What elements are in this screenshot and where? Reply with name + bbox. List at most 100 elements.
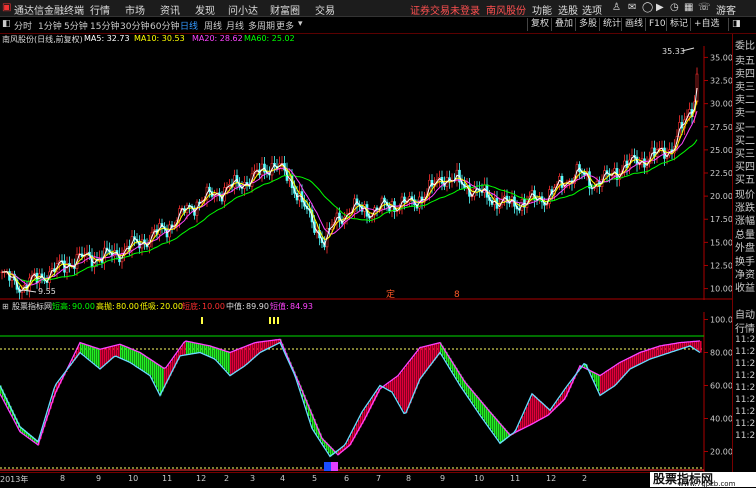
event-marker-1[interactable]: 定: [386, 288, 395, 300]
menu-item-news[interactable]: 资讯: [160, 2, 180, 17]
menu-function[interactable]: 功能: [532, 2, 552, 17]
indicator-bar: [132, 349, 134, 364]
envelope-icon[interactable]: ✉: [628, 2, 636, 13]
indicator-bar: [82, 343, 84, 355]
period-tab-weekly[interactable]: 周线: [204, 19, 222, 32]
time-tick-7: 3: [250, 474, 256, 483]
indicator-bar: [540, 401, 542, 420]
indicator-bar: [620, 362, 622, 380]
indicator-name[interactable]: 股票指标网: [12, 301, 52, 311]
app-title: 通达信金融终端: [14, 6, 84, 17]
ring-icon[interactable]: ◯: [642, 2, 653, 13]
tool-adjust-button[interactable]: 复权: [527, 18, 552, 31]
tool-draw-button[interactable]: 画线: [621, 18, 646, 31]
indicator-bar: [254, 342, 256, 358]
period-tab-60min[interactable]: 60分钟: [150, 19, 179, 32]
menu-item-discover[interactable]: 发现: [195, 2, 215, 17]
period-tab-5min[interactable]: 5分钟: [64, 19, 88, 32]
indicator-y-tick-label: 100.00: [710, 316, 732, 325]
indicator-bar: [430, 345, 432, 366]
indicator-bar: [538, 399, 540, 421]
side-top-0: 委比: [735, 41, 755, 52]
menu-item-xiaoda[interactable]: 问小达: [228, 2, 258, 17]
indicator-y-tick-label: 80.00: [710, 349, 732, 358]
indicator-bar: [220, 349, 222, 365]
period-tab-daily[interactable]: 日线: [180, 19, 198, 32]
side-top-5: 卖一: [735, 108, 755, 119]
event-marker-2[interactable]: 8: [454, 290, 460, 300]
guest-label[interactable]: 游客: [716, 2, 736, 17]
menu-item-market[interactable]: 市场: [125, 2, 145, 17]
indicator-param-1-label: 短高:: [52, 301, 71, 311]
quote-side-panel: 委比 卖五 卖四 卖三 卖二 卖一 买一 买二 买三 买四 买五 现价 涨跌 涨…: [732, 34, 756, 487]
indicator-bar: [386, 384, 388, 389]
side-quote-button[interactable]: 行情: [735, 320, 755, 335]
menu-options[interactable]: 选项: [582, 2, 602, 17]
kline-y-tick-label: 20.00: [710, 192, 732, 201]
tool-overlay-button[interactable]: 叠加: [551, 18, 576, 31]
period-tab-more[interactable]: 更多: [276, 19, 294, 32]
signal-tick-1: [201, 317, 203, 324]
tool-add-watchlist-button[interactable]: +自选: [690, 18, 723, 31]
user-icon[interactable]: ♙: [612, 2, 621, 13]
kline-chart[interactable]: 35.00 32.50 30.00 27.50 25.00 22.50 20.00 17.50…: [0, 46, 732, 300]
indicator-bar: [394, 378, 396, 396]
side-auto-button[interactable]: 自动: [735, 306, 755, 321]
period-tab-intraday[interactable]: 分时: [14, 19, 32, 32]
stock-name-link[interactable]: 南风股份: [486, 2, 526, 17]
period-tab-30min[interactable]: 30分钟: [120, 19, 149, 32]
indicator-bar: [190, 341, 192, 355]
period-tab-monthly[interactable]: 月线: [226, 19, 244, 32]
indicator-bar: [532, 393, 534, 424]
time-tick-9: 5: [312, 474, 318, 483]
indicator-toggle-icon[interactable]: ⊞: [2, 302, 9, 311]
indicator-bar: [646, 350, 648, 362]
indicator-bar: [242, 347, 244, 368]
indicator-bar: [388, 382, 390, 390]
clock-icon[interactable]: ◷: [670, 2, 679, 13]
window-toggle-icon[interactable]: ◨: [728, 18, 744, 31]
indicator-bar: [80, 342, 82, 353]
time-tick-16: 12: [546, 474, 557, 483]
side-time-4: 11:2: [735, 383, 756, 393]
phone-icon[interactable]: ☏: [698, 2, 711, 13]
indicator-bar: [390, 381, 392, 391]
tool-mark-button[interactable]: 标记: [666, 18, 691, 31]
grid-icon[interactable]: ▦: [684, 2, 693, 13]
time-tick-10: 6: [344, 474, 350, 483]
indicator-bar: [632, 356, 634, 369]
indicator-bar: [610, 369, 612, 389]
tool-multi-stock-button[interactable]: 多股: [575, 18, 600, 31]
indicator-chart[interactable]: 100.00 80.00 60.00 40.00 20.00: [0, 312, 732, 472]
menu-item-quotes[interactable]: 行情: [90, 2, 110, 17]
indicator-param-6-label: 短值:: [270, 301, 289, 311]
bottom-signal-box: [324, 462, 338, 471]
side-time-1: 11:2: [735, 347, 756, 357]
indicator-y-tick-label: 60.00: [710, 382, 732, 391]
login-notice[interactable]: 证券交易未登录: [410, 2, 480, 17]
indicator-bar: [92, 346, 94, 363]
indicator-bar: [192, 342, 194, 354]
menu-item-wealth[interactable]: 财富圈: [270, 2, 300, 17]
indicator-bar: [698, 341, 700, 352]
indicator-bar: [238, 349, 240, 371]
kline-y-tick-label: 15.00: [710, 238, 732, 247]
indicator-bar: [138, 351, 140, 368]
chevron-down-icon[interactable]: ▾: [298, 19, 303, 29]
period-tab-1min[interactable]: 1分钟: [38, 19, 62, 32]
menu-stock-picker[interactable]: 选股: [558, 2, 578, 17]
period-tab-multi[interactable]: 多周期: [248, 19, 275, 32]
indicator-bar: [148, 357, 150, 375]
time-tick-1: 8: [60, 474, 66, 483]
kline-y-tick-label: 12.50: [710, 261, 732, 270]
indicator-bar: [246, 346, 248, 365]
time-tick-0: 2013年: [0, 475, 29, 484]
side-top-10: 买五: [735, 175, 755, 186]
low-price-label: 9.55: [38, 287, 56, 296]
menu-item-trade[interactable]: 交易: [315, 2, 335, 17]
kline-info-bar: 南风股份(日线,前复权) MA5: 32.73 MA10: 30.53 MA20…: [0, 34, 730, 46]
panel-toggle-icon[interactable]: ◧: [2, 19, 11, 29]
indicator-bar: [428, 345, 430, 369]
play-icon[interactable]: ▶: [656, 2, 664, 13]
period-tab-15min[interactable]: 15分钟: [90, 19, 119, 32]
